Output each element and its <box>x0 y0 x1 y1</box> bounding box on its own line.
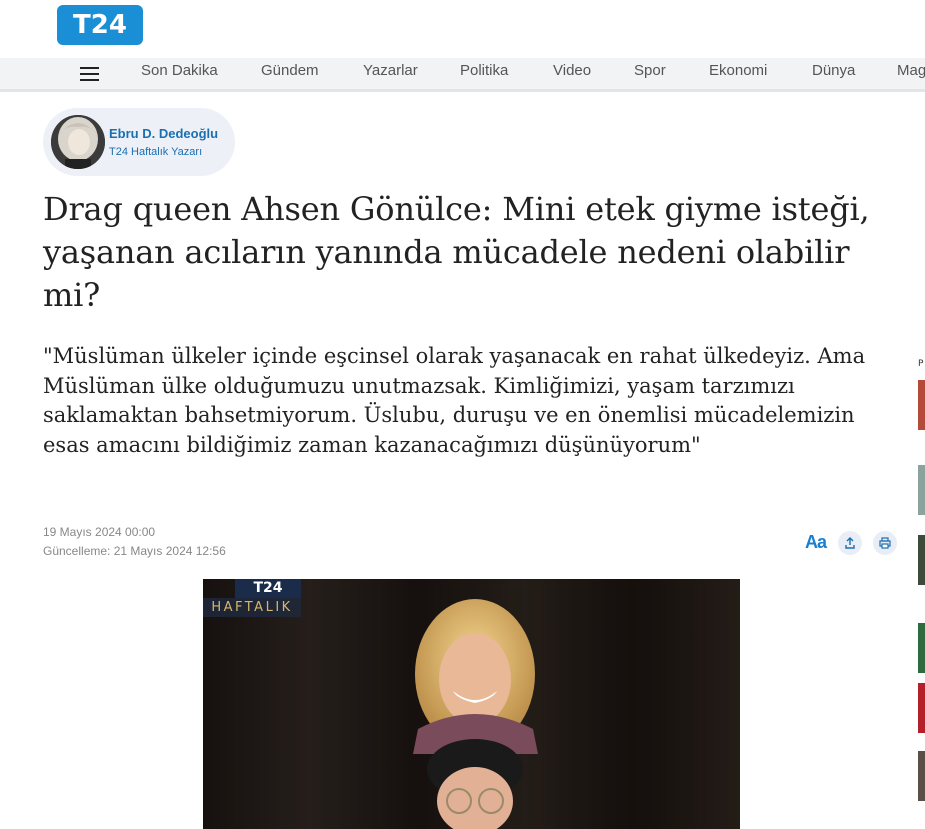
author-avatar <box>51 115 105 169</box>
nav-item-dunya[interactable]: Dünya <box>812 61 855 81</box>
article-hero-image: T24 HAFTALIK <box>203 579 740 829</box>
sidebar-thumb[interactable] <box>918 623 925 673</box>
nav-item-spor[interactable]: Spor <box>634 61 666 81</box>
nav-item-son-dakika[interactable]: Son Dakika <box>141 61 218 81</box>
nav-item-ekonomi[interactable]: Ekonomi <box>709 61 767 81</box>
t24-logo[interactable]: T24 <box>57 5 143 45</box>
sidebar-thumb[interactable] <box>918 751 925 801</box>
nav-item-magazin[interactable]: Mag <box>897 61 925 81</box>
update-date: Güncelleme: 21 Mayıs 2024 12:56 <box>43 544 226 558</box>
author-name: Ebru D. Dedeoğlu <box>109 126 219 141</box>
sidebar-thumb[interactable] <box>918 535 925 585</box>
nav-item-gundem[interactable]: Gündem <box>261 61 319 81</box>
share-icon <box>845 537 855 549</box>
sidebar-thumb[interactable] <box>918 465 925 515</box>
print-button[interactable] <box>873 531 897 555</box>
hamburger-icon[interactable] <box>80 63 100 83</box>
sidebar-thumb[interactable]: P <box>918 355 925 369</box>
font-size-button[interactable]: Aa <box>805 532 827 553</box>
publish-date: 19 Mayıs 2024 00:00 <box>43 525 156 539</box>
badge-top-text: T24 <box>235 579 301 598</box>
print-icon <box>879 537 891 549</box>
author-role: T24 Haftalık Yazarı <box>109 146 203 158</box>
author-chip[interactable]: Ebru D. Dedeoğlu T24 Haftalık Yazarı <box>43 108 235 176</box>
share-button[interactable] <box>838 531 862 555</box>
sidebar-thumbnails: P <box>918 355 925 829</box>
nav-item-video[interactable]: Video <box>553 61 591 81</box>
t24-haftalik-badge: T24 HAFTALIK <box>203 579 301 617</box>
article-title: Drag queen Ahsen Gönülce: Mini etek giym… <box>43 190 870 314</box>
nav-item-politika[interactable]: Politika <box>460 61 508 81</box>
site-header: T24 <box>0 0 925 58</box>
svg-text:P: P <box>918 359 924 368</box>
sidebar-thumb[interactable] <box>918 380 925 430</box>
badge-bottom-text: HAFTALIK <box>203 598 301 617</box>
nav-item-yazarlar[interactable]: Yazarlar <box>363 61 418 81</box>
article-spot: "Müslüman ülkeler içinde eşcinsel olarak… <box>43 344 866 457</box>
sidebar-thumb[interactable] <box>918 683 925 733</box>
main-navigation: Son Dakika Gündem Yazarlar Politika Vide… <box>0 58 925 92</box>
